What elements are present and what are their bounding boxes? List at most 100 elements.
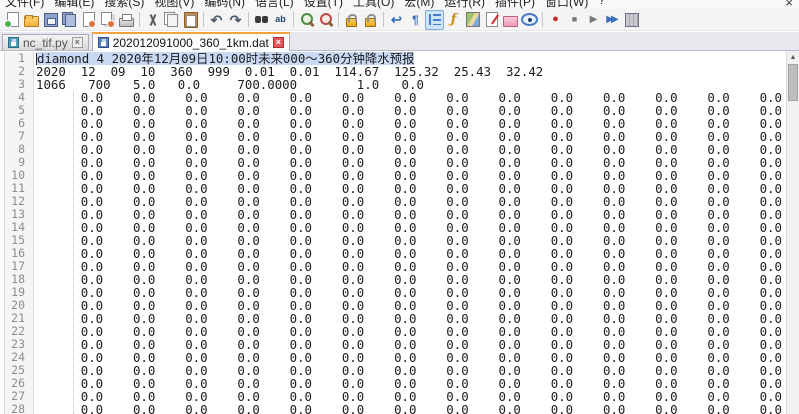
- redo-icon[interactable]: ↷: [226, 10, 245, 30]
- line-number: 28: [0, 403, 34, 414]
- line-text[interactable]: 0.0 0.0 0.0 0.0 0.0 0.0 0.0 0.0 0.0 0.0 …: [34, 299, 799, 312]
- sync-horizontal-scroll-icon[interactable]: [361, 10, 380, 30]
- line-text[interactable]: 0.0 0.0 0.0 0.0 0.0 0.0 0.0 0.0 0.0 0.0 …: [34, 338, 799, 351]
- line-text[interactable]: 0.0 0.0 0.0 0.0 0.0 0.0 0.0 0.0 0.0 0.0 …: [34, 351, 799, 364]
- sync-vertical-scroll-icon[interactable]: [342, 10, 361, 30]
- line-text[interactable]: 2020 12 09 10 360 999 0.01 0.01 114.67 1…: [34, 65, 799, 78]
- menu-item-8[interactable]: 工具(O): [353, 0, 394, 9]
- editor-area[interactable]: 1diamond 4 2020年12月09日10:00时未来000～360分钟降…: [0, 51, 799, 414]
- document-map-icon-glyph: [464, 12, 481, 28]
- tab-close-icon[interactable]: ×: [273, 37, 284, 48]
- macro-stop-icon[interactable]: ■: [565, 10, 584, 30]
- line-text[interactable]: 0.0 0.0 0.0 0.0 0.0 0.0 0.0 0.0 0.0 0.0 …: [34, 364, 799, 377]
- show-indent-guide-icon[interactable]: [425, 10, 444, 30]
- editor-line: 5 0.0 0.0 0.0 0.0 0.0 0.0 0.0 0.0 0.0 0.…: [0, 104, 799, 117]
- menu-item-2[interactable]: 编辑(E): [54, 0, 94, 9]
- menu-item-11[interactable]: 插件(P): [495, 0, 535, 9]
- line-text[interactable]: 0.0 0.0 0.0 0.0 0.0 0.0 0.0 0.0 0.0 0.0 …: [34, 273, 799, 286]
- tab-1[interactable]: nc_tif.py×: [2, 34, 89, 50]
- menu-item-6[interactable]: 语言(L): [255, 0, 294, 9]
- redo-icon-glyph: ↷: [227, 12, 244, 28]
- editor-line: 19 0.0 0.0 0.0 0.0 0.0 0.0 0.0 0.0 0.0 0…: [0, 286, 799, 299]
- find-icon[interactable]: [252, 10, 271, 30]
- line-text[interactable]: 0.0 0.0 0.0 0.0 0.0 0.0 0.0 0.0 0.0 0.0 …: [34, 377, 799, 390]
- tab-label: 202012091000_360_1km.dat: [113, 36, 269, 50]
- macro-document-icon-glyph: [483, 12, 500, 28]
- document-map-icon[interactable]: [463, 10, 482, 30]
- vertical-scrollbar[interactable]: ▲: [786, 51, 799, 414]
- menu-item-5[interactable]: 编码(N): [204, 0, 245, 9]
- menu-item-3[interactable]: 搜索(S): [104, 0, 144, 9]
- line-text[interactable]: 0.0 0.0 0.0 0.0 0.0 0.0 0.0 0.0 0.0 0.0 …: [34, 312, 799, 325]
- save-all-icon[interactable]: [60, 10, 79, 30]
- menu-item-4[interactable]: 视图(V): [154, 0, 194, 9]
- editor-line: 22 0.0 0.0 0.0 0.0 0.0 0.0 0.0 0.0 0.0 0…: [0, 325, 799, 338]
- line-text[interactable]: 0.0 0.0 0.0 0.0 0.0 0.0 0.0 0.0 0.0 0.0 …: [34, 247, 799, 260]
- line-text[interactable]: diamond 4 2020年12月09日10:00时未来000～360分钟降水…: [34, 52, 799, 65]
- line-text[interactable]: 0.0 0.0 0.0 0.0 0.0 0.0 0.0 0.0 0.0 0.0 …: [34, 182, 799, 195]
- new-file-icon[interactable]: [3, 10, 22, 30]
- line-text[interactable]: 0.0 0.0 0.0 0.0 0.0 0.0 0.0 0.0 0.0 0.0 …: [34, 195, 799, 208]
- macro-record-icon[interactable]: ●: [546, 10, 565, 30]
- show-all-characters-icon[interactable]: ¶: [406, 10, 425, 30]
- function-list-icon[interactable]: ƒ: [444, 10, 463, 30]
- close-all-icon-glyph: [99, 12, 116, 28]
- editor-line: 4 0.0 0.0 0.0 0.0 0.0 0.0 0.0 0.0 0.0 0.…: [0, 91, 799, 104]
- undo-icon[interactable]: ↶: [207, 10, 226, 30]
- cut-icon[interactable]: [143, 10, 162, 30]
- menu-item-1[interactable]: 文件(F): [5, 0, 44, 9]
- line-text[interactable]: 1066 700 5.0 0.0 700.0000 1.0 0.0: [34, 78, 799, 91]
- file-monitoring-icon[interactable]: [520, 10, 539, 30]
- open-file-icon-glyph: [23, 12, 40, 28]
- line-text[interactable]: 0.0 0.0 0.0 0.0 0.0 0.0 0.0 0.0 0.0 0.0 …: [34, 390, 799, 403]
- replace-icon[interactable]: ab: [271, 10, 290, 30]
- tab-2[interactable]: 202012091000_360_1km.dat ×: [92, 32, 290, 51]
- editor-line: 28 0.0 0.0 0.0 0.0 0.0 0.0 0.0 0.0 0.0 0…: [0, 403, 799, 414]
- tab-close-icon[interactable]: ×: [72, 37, 83, 48]
- line-text[interactable]: 0.0 0.0 0.0 0.0 0.0 0.0 0.0 0.0 0.0 0.0 …: [34, 325, 799, 338]
- line-text[interactable]: 0.0 0.0 0.0 0.0 0.0 0.0 0.0 0.0 0.0 0.0 …: [34, 286, 799, 299]
- save-icon-glyph: [42, 12, 59, 28]
- line-text[interactable]: 0.0 0.0 0.0 0.0 0.0 0.0 0.0 0.0 0.0 0.0 …: [34, 221, 799, 234]
- scroll-up-arrow-icon[interactable]: ▲: [787, 51, 799, 64]
- save-icon[interactable]: [41, 10, 60, 30]
- scrollbar-thumb[interactable]: [788, 64, 798, 101]
- menu-item-9[interactable]: 宏(M): [404, 0, 434, 9]
- menu-item-12[interactable]: 窗口(W): [545, 0, 588, 9]
- editor-line: 1diamond 4 2020年12月09日10:00时未来000～360分钟降…: [0, 52, 799, 65]
- zoom-out-icon[interactable]: [316, 10, 335, 30]
- macro-document-icon[interactable]: [482, 10, 501, 30]
- line-text[interactable]: 0.0 0.0 0.0 0.0 0.0 0.0 0.0 0.0 0.0 0.0 …: [34, 143, 799, 156]
- menu-item-13[interactable]: ?: [598, 0, 605, 9]
- line-text[interactable]: 0.0 0.0 0.0 0.0 0.0 0.0 0.0 0.0 0.0 0.0 …: [34, 403, 799, 414]
- selected-text: diamond 4 2020年12月09日10:00时未来000～360分钟降水…: [37, 52, 414, 65]
- line-text[interactable]: 0.0 0.0 0.0 0.0 0.0 0.0 0.0 0.0 0.0 0.0 …: [34, 260, 799, 273]
- close-file-icon[interactable]: [79, 10, 98, 30]
- line-text[interactable]: 0.0 0.0 0.0 0.0 0.0 0.0 0.0 0.0 0.0 0.0 …: [34, 130, 799, 143]
- line-text[interactable]: 0.0 0.0 0.0 0.0 0.0 0.0 0.0 0.0 0.0 0.0 …: [34, 156, 799, 169]
- close-all-icon[interactable]: [98, 10, 117, 30]
- line-text[interactable]: 0.0 0.0 0.0 0.0 0.0 0.0 0.0 0.0 0.0 0.0 …: [34, 169, 799, 182]
- zoom-in-icon[interactable]: [297, 10, 316, 30]
- print-icon[interactable]: [117, 10, 136, 30]
- window-close-icon[interactable]: ×: [785, 0, 793, 9]
- menu-item-10[interactable]: 运行(R): [444, 0, 485, 9]
- macro-play-icon[interactable]: ▶: [584, 10, 603, 30]
- menu-item-7[interactable]: 设置(T): [304, 0, 343, 9]
- paste-icon[interactable]: [181, 10, 200, 30]
- copy-icon-glyph: [163, 12, 180, 28]
- word-wrap-icon[interactable]: ↩: [387, 10, 406, 30]
- copy-icon[interactable]: [162, 10, 181, 30]
- editor-line: 14 0.0 0.0 0.0 0.0 0.0 0.0 0.0 0.0 0.0 0…: [0, 221, 799, 234]
- open-file-icon[interactable]: [22, 10, 41, 30]
- line-text[interactable]: 0.0 0.0 0.0 0.0 0.0 0.0 0.0 0.0 0.0 0.0 …: [34, 117, 799, 130]
- macro-run-multiple-icon[interactable]: ▶▶: [603, 10, 622, 30]
- sync-horizontal-scroll-icon-glyph: [362, 12, 379, 28]
- line-text[interactable]: 0.0 0.0 0.0 0.0 0.0 0.0 0.0 0.0 0.0 0.0 …: [34, 208, 799, 221]
- line-text[interactable]: 0.0 0.0 0.0 0.0 0.0 0.0 0.0 0.0 0.0 0.0 …: [34, 104, 799, 117]
- folder-as-workspace-icon[interactable]: [501, 10, 520, 30]
- line-text[interactable]: 0.0 0.0 0.0 0.0 0.0 0.0 0.0 0.0 0.0 0.0 …: [34, 91, 799, 104]
- editor-line: 13 0.0 0.0 0.0 0.0 0.0 0.0 0.0 0.0 0.0 0…: [0, 208, 799, 221]
- macro-save-icon[interactable]: [622, 10, 641, 30]
- line-text[interactable]: 0.0 0.0 0.0 0.0 0.0 0.0 0.0 0.0 0.0 0.0 …: [34, 234, 799, 247]
